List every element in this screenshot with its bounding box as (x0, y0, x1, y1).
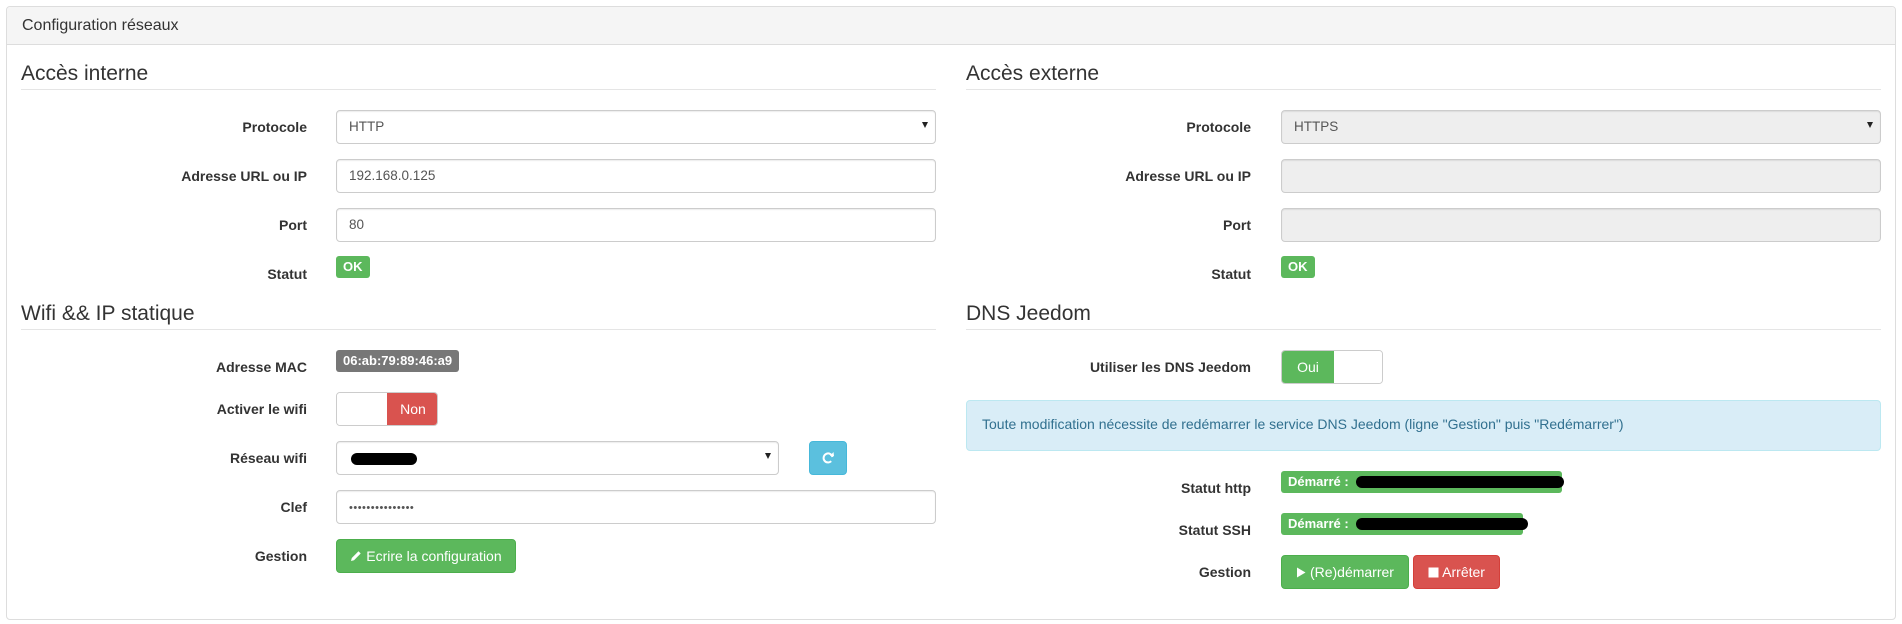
external-status-badge: OK (1281, 256, 1315, 278)
enable-wifi-label: Activer le wifi (216, 401, 307, 417)
ssh-status-label: Statut SSH (1178, 522, 1251, 538)
internal-status-label: Statut (267, 266, 307, 282)
http-status-text: Démarré : (1288, 474, 1349, 489)
use-dns-toggle[interactable]: Oui (1281, 350, 1383, 384)
dns-info-alert: Toute modification nécessite de redémarr… (966, 400, 1881, 451)
internal-address-value: 192.168.0.125 (349, 168, 436, 183)
wifi-key-input[interactable]: ••••••••••••••• (336, 490, 936, 524)
use-dns-on-state: Oui (1282, 351, 1334, 383)
caret-down-icon (765, 453, 771, 459)
external-protocol-label: Protocole (1186, 119, 1251, 135)
internal-port-value: 80 (349, 217, 365, 232)
dns-jeedom-legend: DNS Jeedom (966, 302, 1091, 325)
internal-address-label: Adresse URL ou IP (181, 168, 307, 184)
enable-wifi-off-state: Non (387, 393, 437, 425)
external-status-label: Statut (1211, 266, 1251, 282)
use-dns-label: Utiliser les DNS Jeedom (1089, 359, 1251, 375)
internal-protocol-label: Protocole (242, 119, 307, 135)
toggle-handle (337, 393, 387, 425)
mac-address-badge: 06:ab:79:89:46:a9 (336, 350, 460, 372)
external-protocol-select[interactable]: HTTPS (1281, 110, 1881, 144)
pencil-icon (351, 551, 362, 561)
redacted-ssh-url (1356, 518, 1528, 530)
wifi-network-label: Réseau wifi (229, 450, 307, 466)
enable-wifi-toggle[interactable]: Non (336, 392, 438, 426)
wifi-legend: Wifi && IP statique (21, 302, 195, 325)
network-config-panel: Configuration réseaux (6, 6, 1896, 620)
internal-status-badge: OK (336, 256, 370, 278)
stop-dns-button[interactable]: Arrêter (1413, 555, 1500, 589)
internal-port-label: Port (279, 217, 307, 233)
external-address-input[interactable] (1281, 159, 1881, 193)
mac-address-label: Adresse MAC (215, 359, 307, 375)
redacted-http-url (1356, 476, 1564, 488)
play-icon (1297, 567, 1306, 578)
restart-dns-button[interactable]: (Re)démarrer (1281, 555, 1409, 589)
refresh-wifi-button[interactable] (809, 441, 847, 475)
external-access-legend: Accès externe (966, 62, 1100, 85)
dns-manage-label: Gestion (1198, 564, 1251, 580)
ssh-status-text: Démarré : (1288, 516, 1349, 531)
write-config-button[interactable]: Ecrire la configuration (336, 539, 516, 573)
divider (966, 329, 1881, 330)
panel-title: Configuration réseaux (22, 17, 179, 34)
wifi-key-label: Clef (280, 499, 307, 515)
external-protocol-value: HTTPS (1294, 119, 1339, 134)
external-port-input[interactable] (1281, 208, 1881, 242)
refresh-icon (822, 452, 834, 464)
internal-protocol-select[interactable]: HTTP (336, 110, 936, 144)
caret-down-icon (1867, 122, 1873, 128)
external-port-label: Port (1223, 217, 1251, 233)
redacted-network-name (351, 453, 417, 465)
internal-address-input[interactable]: 192.168.0.125 (336, 159, 936, 193)
stop-icon (1428, 567, 1439, 578)
dns-info-text: Toute modification nécessite de redémarr… (982, 416, 1624, 432)
divider (21, 89, 936, 90)
internal-protocol-value: HTTP (349, 119, 385, 134)
wifi-manage-label: Gestion (254, 548, 307, 564)
stop-dns-label: Arrêter (1442, 564, 1485, 580)
wifi-key-value: ••••••••••••••• (349, 502, 415, 514)
internal-port-input[interactable]: 80 (336, 208, 936, 242)
caret-down-icon (922, 122, 928, 128)
divider (21, 329, 936, 330)
write-config-label: Ecrire la configuration (366, 548, 502, 564)
panel-heading: Configuration réseaux (7, 7, 1895, 45)
external-address-label: Adresse URL ou IP (1125, 168, 1251, 184)
wifi-network-select[interactable] (336, 441, 779, 475)
divider (966, 89, 1881, 90)
restart-dns-label: (Re)démarrer (1309, 564, 1394, 580)
toggle-handle (1334, 351, 1382, 383)
internal-access-legend: Accès interne (21, 62, 149, 85)
http-status-label: Statut http (1181, 480, 1251, 496)
